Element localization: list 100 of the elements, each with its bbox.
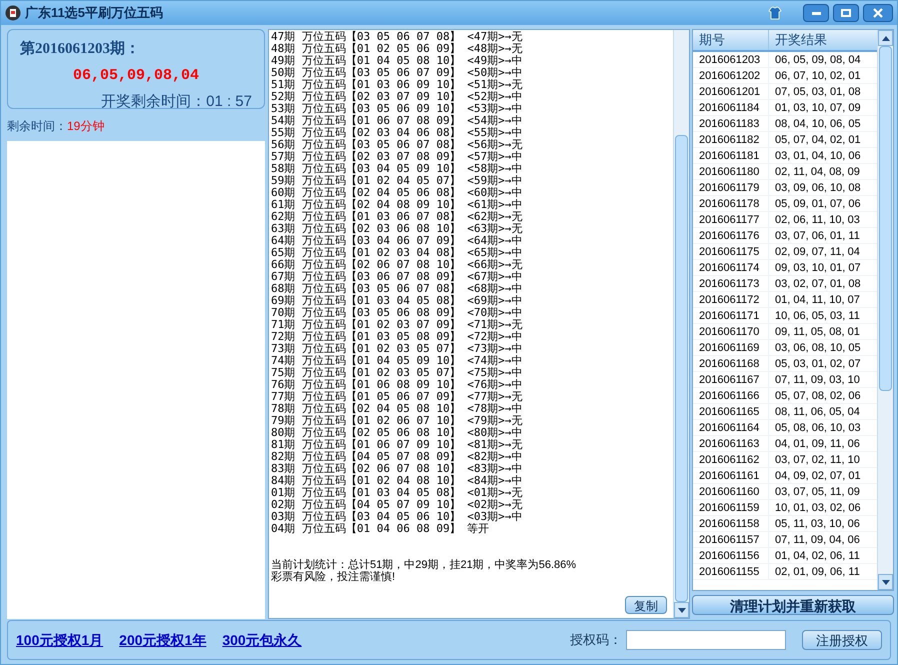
app-icon [5,5,21,21]
table-cell-text: 05, 03, 01, 02, 07 [774,357,862,371]
table-cell-text: 10, 01, 03, 02, 06 [774,501,862,515]
table-cell: 2016061172 [693,292,769,307]
table-cell: 2016061175 [693,244,769,259]
draw-numbers: 06,05,09,08,04 [72,66,200,86]
table-cell-text: 05, 07, 08, 02, 06 [774,389,862,403]
plan-line: 66期 万位五码【02 06 07 08 10】 <66期>→无 [271,259,524,271]
plan-line: 52期 万位五码【02 03 07 09 10】 <52期>→中 [271,91,524,103]
table-cell: 2016061156 [693,548,769,563]
table-cell: 2016061179 [693,180,769,195]
column-header[interactable]: 期号 [693,30,769,50]
table-cell: 2016061159 [693,500,769,515]
plan-line: 58期 万位五码【03 04 05 09 10】 <58期>→中 [271,163,524,175]
table-cell: 2016061183 [693,116,769,131]
plan-line: 56期 万位五码【03 05 06 07 08】 <56期>→无 [271,139,524,151]
plan-line: 49期 万位五码【01 04 05 08 10】 <49期>→中 [271,55,524,67]
plan-line: 50期 万位五码【03 05 06 07 09】 <50期>→中 [271,67,524,79]
issue-label: 第2016061203期： [20,40,141,59]
table-cell-text: 01, 03, 10, 07, 09 [774,101,862,115]
license-link[interactable]: 300元包永久 [222,630,302,650]
table-cell-text: 07, 11, 09, 03, 10 [774,373,861,387]
countdown-label: 开奖剩余时间： [101,92,206,112]
table-cell: 2016061177 [693,212,769,227]
plan-line: 04期 万位五码【01 04 06 08 09】 等开 [271,523,490,535]
license-link[interactable]: 100元授权1月 [16,630,104,650]
plan-line: 54期 万位五码【01 06 07 08 09】 <54期>→中 [271,115,524,127]
scroll-up-icon[interactable] [882,36,890,40]
table-cell-text: 03, 09, 06, 10, 08 [774,181,862,195]
plan-line: 74期 万位五码【01 04 05 09 10】 <74期>→中 [271,355,524,367]
plan-line: 63期 万位五码【02 03 06 08 10】 <63期>→无 [271,223,524,235]
table-cell-text: 03, 02, 07, 01, 08 [774,277,862,291]
plan-line: 67期 万位五码【03 06 07 08 09】 <67期>→中 [271,271,524,283]
table-cell: 2016061182 [693,132,769,147]
table-cell-text: 09, 03, 10, 01, 07 [774,261,862,275]
table-cell-text: 02, 06, 11, 10, 03 [774,213,861,227]
table-cell: 2016061184 [693,100,769,115]
table-cell-text: 05, 09, 01, 07, 06 [774,197,862,211]
table-cell: 2016061157 [693,532,769,547]
column-header[interactable]: 开奖结果 [769,30,877,50]
table-cell-text: 06, 05, 09, 08, 04 [774,53,862,67]
plan-line: 80期 万位五码【02 05 06 08 10】 <80期>→中 [271,427,524,439]
stats-line: 当前计划统计：总计51期，中29期，挂21期，中奖率为56.86% [271,559,578,571]
scrollbar[interactable] [673,30,689,618]
register-button[interactable]: 注册授权 [802,630,882,650]
plan-line: 77期 万位五码【01 05 06 07 09】 <77期>→无 [271,391,524,403]
table-cell-text: 08, 11, 06, 05, 04 [774,405,861,419]
scrollbar[interactable] [877,30,893,590]
plan-line: 70期 万位五码【03 05 06 08 09】 <70期>→中 [271,307,524,319]
scroll-down-icon[interactable] [678,608,686,612]
close-button[interactable] [863,4,893,22]
plan-line: 71期 万位五码【01 02 03 07 09】 <71期>→无 [271,319,524,331]
table-cell-text: 05, 11, 03, 10, 06 [774,517,861,531]
table-cell: 2016061178 [693,196,769,211]
table-cell-text: 10, 06, 05, 03, 11 [774,309,861,323]
table-cell-text: 01, 04, 02, 06, 11 [774,549,861,563]
table-cell: 2016061160 [693,484,769,499]
table-cell-text: 05, 07, 04, 02, 01 [774,133,862,147]
table-cell: 2016061166 [693,388,769,403]
plan-line: 78期 万位五码【02 04 05 08 10】 <78期>→中 [271,403,524,415]
scroll-down-icon[interactable] [882,580,890,584]
auth-code-field[interactable] [626,630,786,650]
table-cell-text: 05, 08, 06, 10, 03 [774,421,862,435]
plan-line: 84期 万位五码【01 02 04 08 10】 <84期>→中 [271,475,524,487]
plan-line: 47期 万位五码【03 05 06 07 08】 <47期>→无 [271,31,524,43]
countdown-time: 01 : 57 [206,92,252,112]
plan-line: 73期 万位五码【01 02 03 05 07】 <73期>→中 [271,343,524,355]
table-cell-text: 07, 11, 09, 04, 06 [774,533,861,547]
plan-line: 62期 万位五码【01 03 06 07 08】 <62期>→无 [271,211,524,223]
maximize-button[interactable] [833,4,859,22]
minimize-button[interactable] [803,4,829,22]
table-cell-text: 02, 01, 09, 06, 11 [774,565,861,579]
table-cell: 2016061180 [693,164,769,179]
window-title: 广东11选5平刷万位五码 [25,4,164,22]
table-cell-text: 03, 01, 04, 10, 06 [774,149,862,163]
table-cell: 2016061201 [693,84,769,99]
refresh-plan-button[interactable]: 清理计划并重新获取 [692,595,894,615]
table-cell: 2016061173 [693,276,769,291]
plan-line: 76期 万位五码【01 06 08 09 10】 <76期>→中 [271,379,524,391]
shirt-icon[interactable] [767,5,783,21]
table-cell: 2016061168 [693,356,769,371]
table-cell: 2016061174 [693,260,769,275]
close-icon [873,8,883,18]
plan-line: 55期 万位五码【02 03 04 06 08】 <55期>→中 [271,127,524,139]
plan-line: 53期 万位五码【03 05 06 09 10】 <53期>→中 [271,103,524,115]
plan-line: 01期 万位五码【01 03 04 05 08】 <01期>→无 [271,487,524,499]
plan-line: 72期 万位五码【01 03 05 08 09】 <72期>→中 [271,331,524,343]
table-cell: 2016061181 [693,148,769,163]
table-cell: 2016061165 [693,404,769,419]
table-cell-text: 04, 01, 09, 11, 06 [774,437,861,451]
table-cell-text: 02, 09, 07, 11, 04 [774,245,861,259]
table-cell: 2016061170 [693,324,769,339]
table-cell: 2016061155 [693,564,769,579]
plan-line: 83期 万位五码【02 06 07 08 10】 <83期>→中 [271,463,524,475]
plan-line: 60期 万位五码【02 04 05 06 08】 <60期>→中 [271,187,524,199]
stats-line: 彩票有风险，投注需谨慎! [271,571,396,583]
table-cell-text: 02, 11, 04, 08, 09 [774,165,861,179]
table-cell: 2016061169 [693,340,769,355]
copy-button[interactable]: 复制 [625,596,667,614]
license-link[interactable]: 200元授权1年 [119,630,206,650]
